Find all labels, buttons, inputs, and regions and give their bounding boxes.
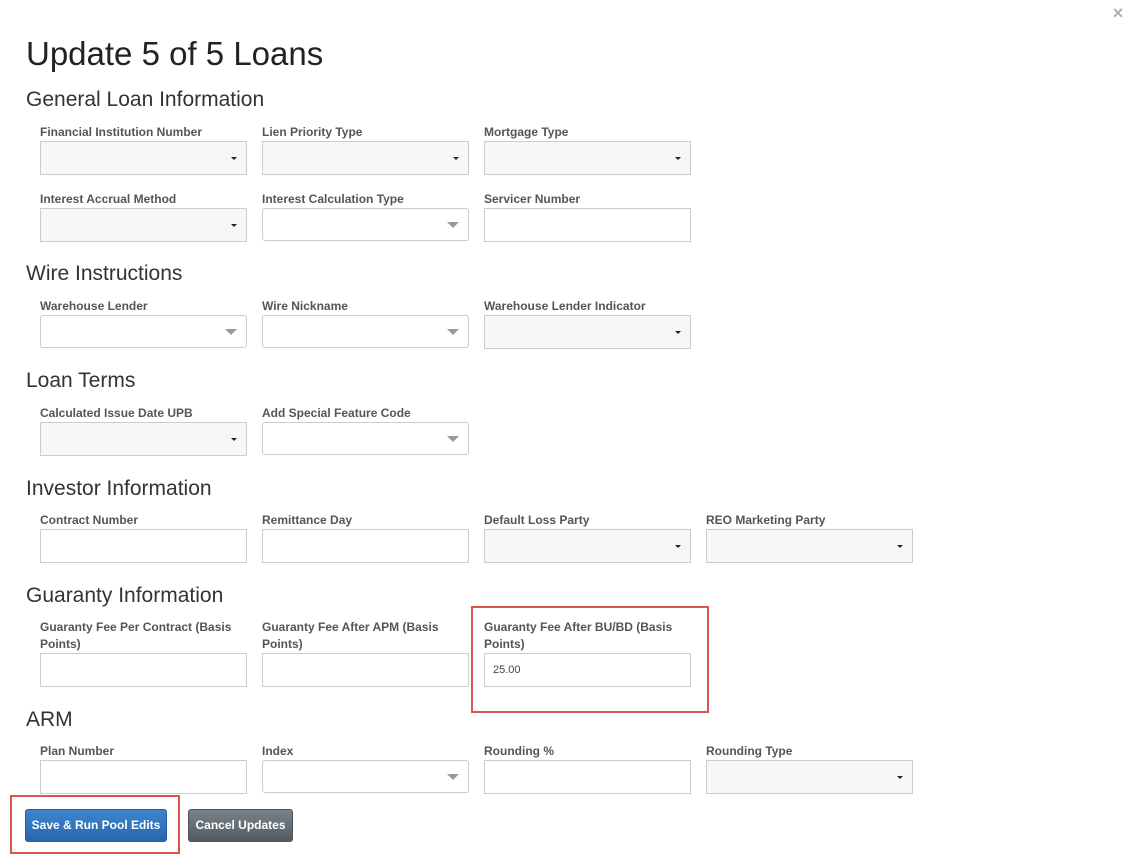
caret-down-icon [897, 545, 903, 548]
rounding-type-select[interactable] [706, 760, 913, 794]
contract-number-field: Contract Number [40, 512, 247, 563]
reo-marketing-party-field: REO Marketing Party [706, 512, 913, 563]
lien-priority-type-select[interactable] [262, 141, 469, 175]
financial-institution-number-field: Financial Institution Number [40, 124, 247, 175]
field-label: REO Marketing Party [706, 513, 826, 527]
close-icon: × [1112, 3, 1124, 23]
caret-down-icon [231, 438, 237, 441]
save-run-pool-edits-button[interactable]: Save & Run Pool Edits [25, 809, 167, 842]
caret-down-icon [675, 331, 681, 334]
field-label: Contract Number [40, 513, 139, 527]
cancel-updates-button[interactable]: Cancel Updates [188, 809, 293, 842]
caret-down-icon [447, 329, 459, 335]
field-label: Lien Priority Type [262, 125, 363, 139]
section-title-guaranty: Guaranty Information [26, 584, 224, 607]
caret-down-icon [675, 545, 681, 548]
field-label: Calculated Issue Date UPB [40, 406, 193, 420]
warehouse-lender-indicator-select[interactable] [484, 315, 691, 349]
caret-down-icon [675, 157, 681, 160]
mortgage-type-field: Mortgage Type [484, 124, 691, 175]
remittance-day-field: Remittance Day [262, 512, 469, 563]
financial-institution-number-select[interactable] [40, 141, 247, 175]
field-label: Guaranty Fee Per Contract (Basis Points) [40, 620, 232, 651]
mortgage-type-select[interactable] [484, 141, 691, 175]
index-field: Index [262, 743, 469, 793]
guaranty-fee-after-bubd-input[interactable]: 25.00 [484, 653, 691, 687]
section-title-arm: ARM [26, 708, 73, 731]
default-loss-party-select[interactable] [484, 529, 691, 563]
section-title-loan-terms: Loan Terms [26, 369, 136, 392]
warehouse-lender-combobox[interactable] [40, 315, 247, 348]
rounding-pct-input[interactable] [484, 760, 691, 794]
default-loss-party-field: Default Loss Party [484, 512, 691, 563]
field-label: Remittance Day [262, 513, 353, 527]
guaranty-fee-after-apm-field: Guaranty Fee After APM (Basis Points) [262, 619, 469, 687]
wire-nickname-combobox[interactable] [262, 315, 469, 348]
input-value: 25.00 [493, 664, 521, 676]
interest-accrual-method-field: Interest Accrual Method [40, 191, 247, 242]
field-label: Warehouse Lender Indicator [484, 299, 646, 313]
section-title-wire: Wire Instructions [26, 262, 183, 285]
field-label: Default Loss Party [484, 513, 590, 527]
index-combobox[interactable] [262, 760, 469, 793]
reo-marketing-party-select[interactable] [706, 529, 913, 563]
add-special-feature-code-field: Add Special Feature Code [262, 405, 469, 455]
section-title-investor: Investor Information [26, 477, 212, 500]
contract-number-input[interactable] [40, 529, 247, 563]
field-label: Rounding % [484, 744, 554, 758]
servicer-number-field: Servicer Number [484, 191, 691, 242]
caret-down-icon [447, 436, 459, 442]
caret-down-icon [231, 224, 237, 227]
remittance-day-input[interactable] [262, 529, 469, 563]
servicer-number-input[interactable] [484, 208, 691, 242]
plan-number-input[interactable] [40, 760, 247, 794]
field-label: Guaranty Fee After BU/BD (Basis Points) [484, 620, 673, 651]
caret-down-icon [897, 776, 903, 779]
interest-accrual-method-select[interactable] [40, 208, 247, 242]
caret-down-icon [447, 774, 459, 780]
field-label: Mortgage Type [484, 125, 569, 139]
field-label: Wire Nickname [262, 299, 348, 313]
guaranty-fee-after-apm-input[interactable] [262, 653, 469, 687]
rounding-pct-field: Rounding % [484, 743, 691, 794]
interest-calculation-type-field: Interest Calculation Type [262, 191, 469, 241]
field-label: Interest Accrual Method [40, 192, 177, 206]
guaranty-fee-per-contract-input[interactable] [40, 653, 247, 687]
field-label: Plan Number [40, 744, 115, 758]
field-label: Servicer Number [484, 192, 581, 206]
caret-down-icon [447, 222, 459, 228]
caret-down-icon [225, 329, 237, 335]
field-label: Warehouse Lender [40, 299, 148, 313]
field-label: Rounding Type [706, 744, 793, 758]
interest-calculation-type-combobox[interactable] [262, 208, 469, 241]
field-label: Guaranty Fee After APM (Basis Points) [262, 620, 439, 651]
calculated-issue-date-upb-select[interactable] [40, 422, 247, 456]
field-label: Index [262, 744, 294, 758]
caret-down-icon [231, 157, 237, 160]
close-button[interactable]: × [1110, 4, 1126, 22]
caret-down-icon [453, 157, 459, 160]
rounding-type-field: Rounding Type [706, 743, 913, 794]
guaranty-fee-after-bubd-field: Guaranty Fee After BU/BD (Basis Points) … [484, 619, 691, 687]
field-label: Financial Institution Number [40, 125, 203, 139]
guaranty-fee-per-contract-field: Guaranty Fee Per Contract (Basis Points) [40, 619, 247, 687]
warehouse-lender-field: Warehouse Lender [40, 298, 247, 348]
lien-priority-type-field: Lien Priority Type [262, 124, 469, 175]
dialog-title: Update 5 of 5 Loans [26, 35, 324, 72]
field-label: Add Special Feature Code [262, 406, 411, 420]
calculated-issue-date-upb-field: Calculated Issue Date UPB [40, 405, 247, 456]
plan-number-field: Plan Number [40, 743, 247, 794]
section-title-general: General Loan Information [26, 88, 265, 111]
warehouse-lender-indicator-field: Warehouse Lender Indicator [484, 298, 691, 349]
wire-nickname-field: Wire Nickname [262, 298, 469, 348]
field-label: Interest Calculation Type [262, 192, 404, 206]
add-special-feature-code-combobox[interactable] [262, 422, 469, 455]
